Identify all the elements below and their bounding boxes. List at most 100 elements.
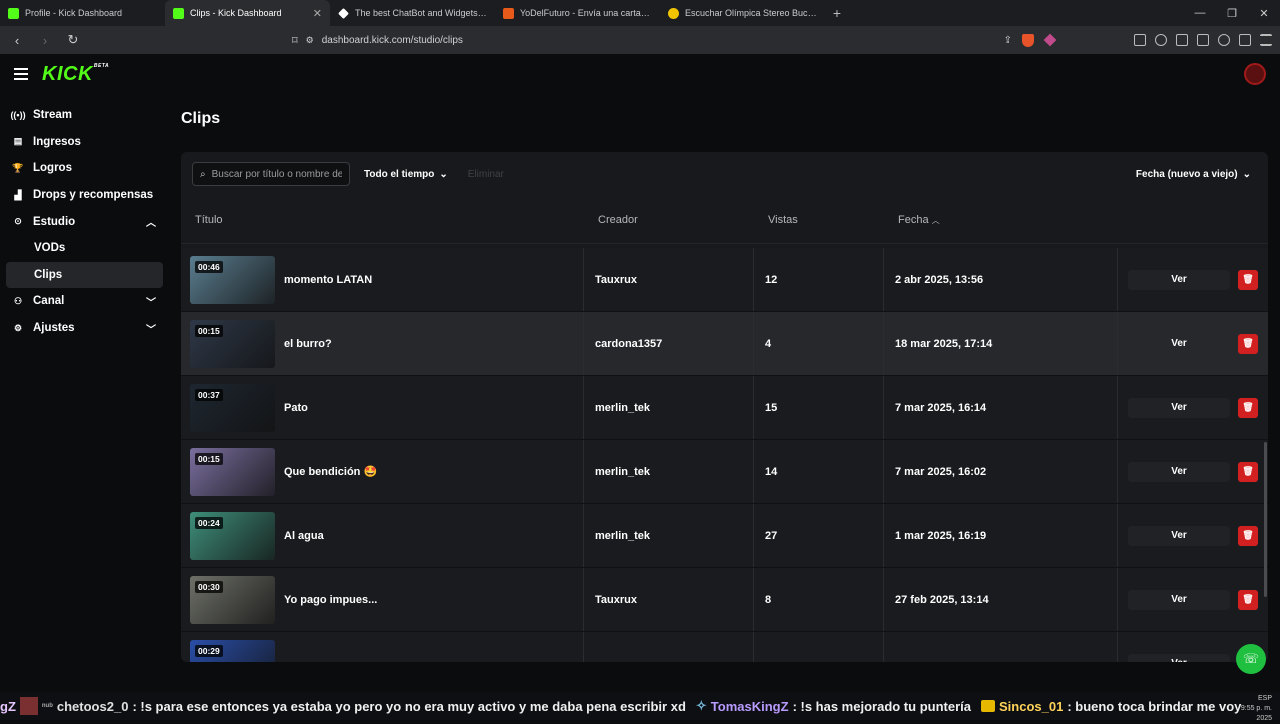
table-row[interactable]: 00:30 Yo pago impues... Tauxrux 8 27 feb 202… xyxy=(181,568,1268,632)
tab-title: YoDelFuturo - Envía una carta a tu yo xyxy=(520,8,652,18)
view-clip-button[interactable]: Ver xyxy=(1128,525,1230,546)
clip-thumbnail[interactable]: 00:46 xyxy=(190,255,275,304)
sidebar-item-estudio[interactable]: ⊙ Estudio ︿ xyxy=(6,208,163,235)
reader-icon[interactable] xyxy=(1134,34,1146,46)
cell-actions: Ver 🗑 xyxy=(1118,376,1268,439)
sidebar-icon[interactable] xyxy=(1176,34,1188,46)
url-field[interactable]: ⌑ ⚙ dashboard.kick.com/studio/clips ⇪ xyxy=(292,34,1012,47)
delete-clip-button[interactable]: 🗑 xyxy=(1238,589,1258,610)
clip-thumbnail[interactable]: 00:29 xyxy=(190,639,275,662)
clip-title: el burro? xyxy=(284,337,332,350)
browser-tab-active[interactable]: Clips - Kick Dashboard ✕ xyxy=(165,0,330,26)
cell-creator: Tauxrux xyxy=(584,248,754,311)
minimize-icon[interactable]: — xyxy=(1184,0,1216,26)
delete-clip-button[interactable]: 🗑 xyxy=(1238,525,1258,546)
leo-icon[interactable] xyxy=(1218,34,1230,46)
close-window-icon[interactable]: ✕ xyxy=(1248,0,1280,26)
clip-thumbnail[interactable]: 00:24 xyxy=(190,511,275,560)
sidebar-item-canal[interactable]: ⚇ Canal ﹀ xyxy=(6,288,163,315)
sidebar-item-drops[interactable]: ▟ Drops y recompensas xyxy=(6,182,163,209)
cell-actions: Ver 🗑 xyxy=(1118,568,1268,631)
sidebar-item-clips[interactable]: Clips xyxy=(6,261,163,289)
user-avatar[interactable] xyxy=(1244,63,1266,85)
chart-icon: ▟ xyxy=(14,189,22,200)
view-clip-button[interactable]: Ver xyxy=(1128,461,1230,482)
sidebar-item-ajustes[interactable]: ⚙ Ajustes ﹀ xyxy=(6,315,163,342)
tray-date: 2025 xyxy=(1256,715,1272,722)
chatbot-favicon-icon xyxy=(338,7,349,19)
sidebar-item-label: Drops y recompensas xyxy=(33,189,154,202)
delete-button[interactable]: Eliminar xyxy=(462,162,510,186)
sidebar-item-stream[interactable]: ((•)) Stream xyxy=(6,102,163,129)
forward-icon[interactable]: › xyxy=(36,33,54,48)
help-chat-button[interactable]: ☏ xyxy=(1236,644,1266,674)
cell-actions: Ver 🗑 xyxy=(1118,248,1268,311)
media-icon[interactable] xyxy=(1155,34,1167,46)
clip-duration: 00:29 xyxy=(195,644,223,657)
clip-thumbnail[interactable]: 00:30 xyxy=(190,575,275,624)
site-info-icon[interactable]: ⚙ xyxy=(306,35,314,46)
table-row[interactable]: 00:46 momento LATAN Tauxrux 12 2 abr 2025, 1… xyxy=(181,248,1268,312)
back-icon[interactable]: ‹ xyxy=(8,33,26,48)
table-row[interactable]: 00:15 el burro? cardona1357 4 18 mar 2025, 1… xyxy=(181,312,1268,376)
cell-views: 27 xyxy=(754,504,884,567)
delete-clip-button[interactable]: 🗑 xyxy=(1238,333,1258,354)
clip-thumbnail[interactable]: 00:15 xyxy=(190,319,275,368)
view-clip-button[interactable]: Ver xyxy=(1128,589,1230,610)
people-icon: ⚇ xyxy=(13,295,23,306)
table-row[interactable]: 00:15 Que bendición 🤩 merlin_tek 14 7 mar 20… xyxy=(181,440,1268,504)
clip-thumbnail[interactable]: 00:15 xyxy=(190,447,275,496)
table-row[interactable]: 00:37 Pato merlin_tek 15 7 mar 2025, 16:14 Ve… xyxy=(181,376,1268,440)
delete-clip-button[interactable]: 🗑 xyxy=(1238,269,1258,290)
close-icon[interactable]: ✕ xyxy=(313,7,322,20)
sidebar-item-label: Ajustes xyxy=(33,322,75,335)
delete-clip-button[interactable]: 🗑 xyxy=(1238,461,1258,482)
column-header-views[interactable]: Vistas xyxy=(754,214,884,226)
sort-dropdown[interactable]: Fecha (nuevo a viejo) ⌄ xyxy=(1130,162,1257,186)
radio-favicon-icon xyxy=(668,7,679,19)
vpn-icon[interactable] xyxy=(1239,34,1251,46)
sidebar-item-ingresos[interactable]: ▤ Ingresos xyxy=(6,129,163,156)
menu-icon[interactable] xyxy=(1260,34,1272,46)
cell-views xyxy=(754,632,884,662)
brave-shield-icon[interactable] xyxy=(1022,33,1034,47)
cell-title: 00:15 Que bendición 🤩 xyxy=(181,440,584,503)
cell-views: 14 xyxy=(754,440,884,503)
maximize-icon[interactable]: ❐ xyxy=(1216,0,1248,26)
scrollbar[interactable] xyxy=(1264,442,1267,597)
gear-icon: ⚙ xyxy=(13,322,23,333)
cell-date: 2 abr 2025, 13:56 xyxy=(884,248,1118,311)
table-row[interactable]: 00:24 Al agua merlin_tek 27 1 mar 2025, 16:1… xyxy=(181,504,1268,568)
cell-creator: cardona1357 xyxy=(584,312,754,375)
view-clip-button[interactable]: Ver xyxy=(1128,397,1230,418)
delete-clip-button[interactable]: 🗑 xyxy=(1238,397,1258,418)
search-input[interactable] xyxy=(211,168,342,180)
bookmark-icon[interactable]: ⌑ xyxy=(292,34,298,47)
tab-title: The best ChatBot and Widgets for Ki xyxy=(355,8,487,18)
browser-tab[interactable]: YoDelFuturo - Envía una carta a tu yo xyxy=(495,0,660,26)
column-header-creator[interactable]: Creador xyxy=(584,214,754,226)
hamburger-menu-icon[interactable] xyxy=(14,68,28,80)
wallet-icon[interactable] xyxy=(1197,34,1209,46)
cell-date: 27 feb 2025, 13:14 xyxy=(884,568,1118,631)
clip-duration: 00:15 xyxy=(195,324,223,337)
column-header-date[interactable]: Fecha ︿ xyxy=(884,214,1118,226)
view-clip-button[interactable]: Ver xyxy=(1128,334,1230,354)
new-tab-button[interactable]: + xyxy=(825,0,849,26)
reload-icon[interactable]: ↻ xyxy=(64,32,82,48)
clip-thumbnail[interactable]: 00:37 xyxy=(190,383,275,432)
view-clip-button[interactable]: Ver xyxy=(1128,653,1230,662)
table-row[interactable]: 00:29Ver🗑 xyxy=(181,632,1268,662)
view-clip-button[interactable]: Ver xyxy=(1128,269,1230,290)
column-header-title[interactable]: Título xyxy=(181,214,584,226)
share-icon[interactable]: ⇪ xyxy=(1004,35,1012,46)
browser-tab[interactable]: Profile - Kick Dashboard xyxy=(0,0,165,26)
table-header: Título Creador Vistas Fecha ︿ xyxy=(181,196,1268,244)
time-filter-dropdown[interactable]: Todo el tiempo ⌄ xyxy=(358,162,454,186)
browser-tab[interactable]: The best ChatBot and Widgets for Ki xyxy=(330,0,495,26)
rewards-icon[interactable] xyxy=(1043,33,1057,47)
kick-logo[interactable]: KICKBETA xyxy=(42,63,109,86)
browser-tab[interactable]: Escuchar Olímpica Stereo Bucaramang xyxy=(660,0,825,26)
sidebar-item-vods[interactable]: VODs xyxy=(6,235,163,262)
sidebar-item-logros[interactable]: 🏆 Logros xyxy=(6,155,163,182)
